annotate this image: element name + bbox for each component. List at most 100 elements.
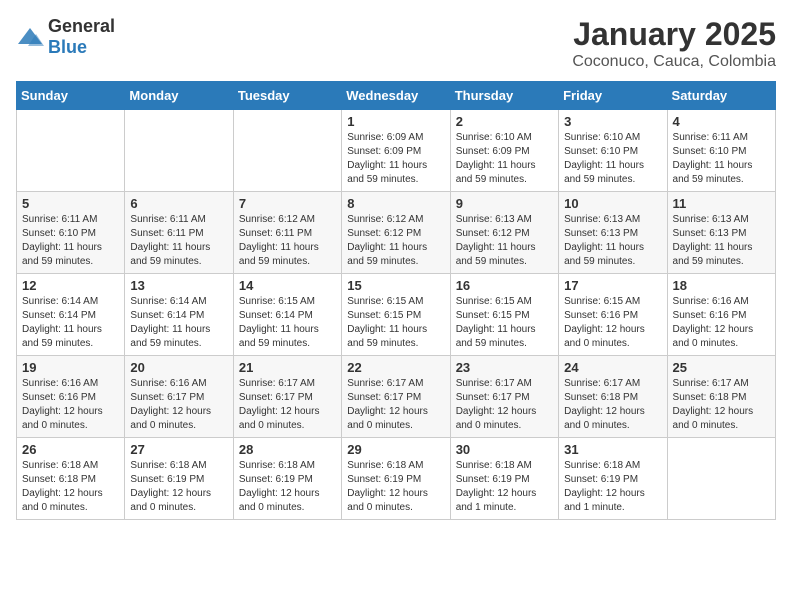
day-info: Sunrise: 6:15 AM Sunset: 6:15 PM Dayligh… [456, 295, 553, 351]
calendar-cell: 30 Sunrise: 6:18 AM Sunset: 6:19 PM Dayli… [450, 438, 558, 520]
calendar-cell: 7 Sunrise: 6:12 AM Sunset: 6:11 PM Daylig… [233, 192, 341, 274]
day-number: 19 [22, 360, 119, 375]
calendar-week-row: 5 Sunrise: 6:11 AM Sunset: 6:10 PM Daylig… [17, 192, 776, 274]
page-header: General Blue January 2025 Coconuco, Cauc… [16, 16, 776, 71]
day-number: 21 [239, 360, 336, 375]
day-info: Sunrise: 6:16 AM Sunset: 6:16 PM Dayligh… [22, 377, 119, 433]
calendar-header-wednesday: Wednesday [342, 82, 450, 110]
day-info: Sunrise: 6:18 AM Sunset: 6:19 PM Dayligh… [456, 459, 553, 515]
day-number: 30 [456, 442, 553, 457]
day-info: Sunrise: 6:11 AM Sunset: 6:10 PM Dayligh… [22, 213, 119, 269]
logo-blue: Blue [48, 37, 87, 57]
day-info: Sunrise: 6:13 AM Sunset: 6:12 PM Dayligh… [456, 213, 553, 269]
day-number: 18 [673, 278, 770, 293]
day-info: Sunrise: 6:18 AM Sunset: 6:19 PM Dayligh… [239, 459, 336, 515]
calendar-header-monday: Monday [125, 82, 233, 110]
day-number: 17 [564, 278, 661, 293]
day-number: 1 [347, 114, 444, 129]
calendar-cell: 26 Sunrise: 6:18 AM Sunset: 6:18 PM Dayli… [17, 438, 125, 520]
day-info: Sunrise: 6:13 AM Sunset: 6:13 PM Dayligh… [564, 213, 661, 269]
calendar-cell [17, 110, 125, 192]
calendar-cell: 31 Sunrise: 6:18 AM Sunset: 6:19 PM Dayli… [559, 438, 667, 520]
logo-icon [16, 26, 44, 48]
calendar-cell: 22 Sunrise: 6:17 AM Sunset: 6:17 PM Dayli… [342, 356, 450, 438]
calendar-header-tuesday: Tuesday [233, 82, 341, 110]
calendar-cell: 25 Sunrise: 6:17 AM Sunset: 6:18 PM Dayli… [667, 356, 775, 438]
day-info: Sunrise: 6:18 AM Sunset: 6:18 PM Dayligh… [22, 459, 119, 515]
calendar-cell: 10 Sunrise: 6:13 AM Sunset: 6:13 PM Dayli… [559, 192, 667, 274]
day-info: Sunrise: 6:18 AM Sunset: 6:19 PM Dayligh… [130, 459, 227, 515]
calendar-cell: 4Sunrise: 6:11 AM Sunset: 6:10 PM Daylig… [667, 110, 775, 192]
day-info: Sunrise: 6:12 AM Sunset: 6:11 PM Dayligh… [239, 213, 336, 269]
day-info: Sunrise: 6:18 AM Sunset: 6:19 PM Dayligh… [347, 459, 444, 515]
calendar-cell: 2 Sunrise: 6:10 AM Sunset: 6:09 PM Daylig… [450, 110, 558, 192]
day-number: 14 [239, 278, 336, 293]
calendar-cell: 13 Sunrise: 6:14 AM Sunset: 6:14 PM Dayli… [125, 274, 233, 356]
day-info: Sunrise: 6:18 AM Sunset: 6:19 PM Dayligh… [564, 459, 661, 515]
day-number: 9 [456, 196, 553, 211]
day-number: 15 [347, 278, 444, 293]
day-info: Sunrise: 6:14 AM Sunset: 6:14 PM Dayligh… [130, 295, 227, 351]
logo-text: General Blue [48, 16, 115, 58]
day-number: 25 [673, 360, 770, 375]
day-info: Sunrise: 6:17 AM Sunset: 6:17 PM Dayligh… [239, 377, 336, 433]
day-info: Sunrise: 6:16 AM Sunset: 6:17 PM Dayligh… [130, 377, 227, 433]
day-info: Sunrise: 6:14 AM Sunset: 6:14 PM Dayligh… [22, 295, 119, 351]
day-info: Sunrise: 6:10 AM Sunset: 6:09 PM Dayligh… [456, 131, 553, 187]
day-number: 11 [673, 196, 770, 211]
calendar-cell: 9 Sunrise: 6:13 AM Sunset: 6:12 PM Daylig… [450, 192, 558, 274]
day-number: 20 [130, 360, 227, 375]
logo-general: General [48, 16, 115, 36]
calendar-table: SundayMondayTuesdayWednesdayThursdayFrid… [16, 81, 776, 520]
day-info: Sunrise: 6:16 AM Sunset: 6:16 PM Dayligh… [673, 295, 770, 351]
day-info: Sunrise: 6:11 AM Sunset: 6:11 PM Dayligh… [130, 213, 227, 269]
day-info: Sunrise: 6:17 AM Sunset: 6:18 PM Dayligh… [673, 377, 770, 433]
calendar-cell: 29 Sunrise: 6:18 AM Sunset: 6:19 PM Dayli… [342, 438, 450, 520]
day-number: 10 [564, 196, 661, 211]
day-number: 29 [347, 442, 444, 457]
title-block: January 2025 Coconuco, Cauca, Colombia [572, 16, 776, 71]
calendar-cell: 6Sunrise: 6:11 AM Sunset: 6:11 PM Daylig… [125, 192, 233, 274]
calendar-cell [233, 110, 341, 192]
calendar-header-saturday: Saturday [667, 82, 775, 110]
day-number: 24 [564, 360, 661, 375]
calendar-header-friday: Friday [559, 82, 667, 110]
day-info: Sunrise: 6:12 AM Sunset: 6:12 PM Dayligh… [347, 213, 444, 269]
day-number: 3 [564, 114, 661, 129]
calendar-cell: 21 Sunrise: 6:17 AM Sunset: 6:17 PM Dayli… [233, 356, 341, 438]
day-info: Sunrise: 6:17 AM Sunset: 6:17 PM Dayligh… [347, 377, 444, 433]
day-number: 31 [564, 442, 661, 457]
day-info: Sunrise: 6:09 AM Sunset: 6:09 PM Dayligh… [347, 131, 444, 187]
calendar-week-row: 26 Sunrise: 6:18 AM Sunset: 6:18 PM Dayli… [17, 438, 776, 520]
day-info: Sunrise: 6:15 AM Sunset: 6:14 PM Dayligh… [239, 295, 336, 351]
calendar-cell: 19 Sunrise: 6:16 AM Sunset: 6:16 PM Dayli… [17, 356, 125, 438]
day-number: 26 [22, 442, 119, 457]
calendar-header-row: SundayMondayTuesdayWednesdayThursdayFrid… [17, 82, 776, 110]
calendar-cell: 5 Sunrise: 6:11 AM Sunset: 6:10 PM Daylig… [17, 192, 125, 274]
calendar-cell: 14 Sunrise: 6:15 AM Sunset: 6:14 PM Dayli… [233, 274, 341, 356]
calendar-cell: 11Sunrise: 6:13 AM Sunset: 6:13 PM Dayli… [667, 192, 775, 274]
calendar-week-row: 19 Sunrise: 6:16 AM Sunset: 6:16 PM Dayli… [17, 356, 776, 438]
day-number: 5 [22, 196, 119, 211]
day-number: 2 [456, 114, 553, 129]
day-info: Sunrise: 6:15 AM Sunset: 6:15 PM Dayligh… [347, 295, 444, 351]
day-number: 16 [456, 278, 553, 293]
day-info: Sunrise: 6:17 AM Sunset: 6:18 PM Dayligh… [564, 377, 661, 433]
calendar-cell [667, 438, 775, 520]
day-info: Sunrise: 6:17 AM Sunset: 6:17 PM Dayligh… [456, 377, 553, 433]
calendar-cell: 3 Sunrise: 6:10 AM Sunset: 6:10 PM Daylig… [559, 110, 667, 192]
calendar-cell: 23Sunrise: 6:17 AM Sunset: 6:17 PM Dayli… [450, 356, 558, 438]
month-title: January 2025 [572, 16, 776, 53]
calendar-cell: 15 Sunrise: 6:15 AM Sunset: 6:15 PM Dayli… [342, 274, 450, 356]
day-number: 7 [239, 196, 336, 211]
calendar-cell: 8Sunrise: 6:12 AM Sunset: 6:12 PM Daylig… [342, 192, 450, 274]
day-number: 13 [130, 278, 227, 293]
calendar-week-row: 1 Sunrise: 6:09 AM Sunset: 6:09 PM Daylig… [17, 110, 776, 192]
calendar-cell: 16 Sunrise: 6:15 AM Sunset: 6:15 PM Dayli… [450, 274, 558, 356]
day-number: 22 [347, 360, 444, 375]
logo: General Blue [16, 16, 115, 58]
calendar-cell: 12Sunrise: 6:14 AM Sunset: 6:14 PM Dayli… [17, 274, 125, 356]
location-title: Coconuco, Cauca, Colombia [572, 53, 776, 71]
calendar-cell: 28Sunrise: 6:18 AM Sunset: 6:19 PM Dayli… [233, 438, 341, 520]
day-info: Sunrise: 6:10 AM Sunset: 6:10 PM Dayligh… [564, 131, 661, 187]
